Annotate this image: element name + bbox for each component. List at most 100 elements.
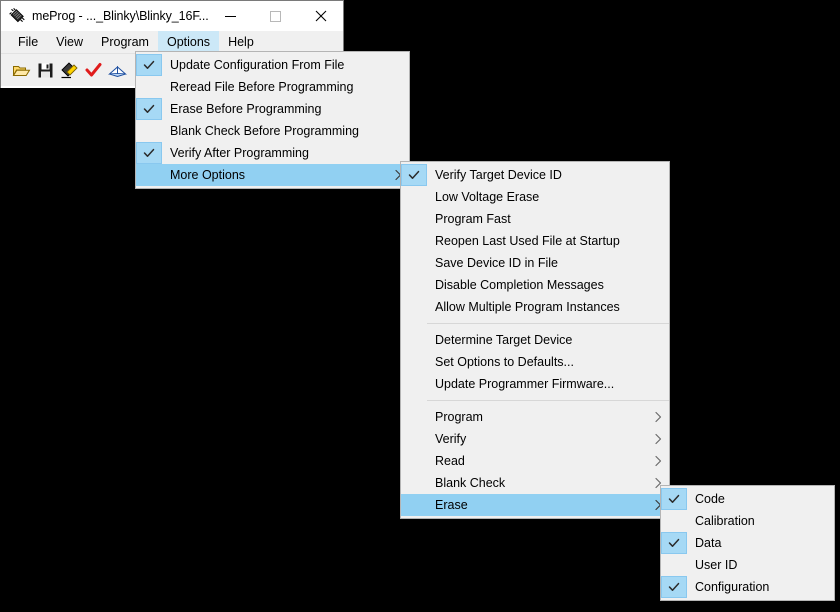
checkmark-slot: [401, 296, 427, 318]
menubar-label-program: Program: [101, 35, 149, 49]
checkmark-icon: [401, 164, 427, 186]
menubar-item-view[interactable]: View: [47, 31, 92, 53]
checkmark-slot: [401, 208, 427, 230]
checkmark-slot: [661, 510, 687, 532]
menu-item-low-voltage-erase[interactable]: Low Voltage Erase: [401, 186, 669, 208]
menu-item-erase-calibration[interactable]: Calibration: [661, 510, 834, 532]
menu-item-erase-code[interactable]: Code: [661, 488, 834, 510]
menu-item-update-configuration-from-file[interactable]: Update Configuration From File: [136, 54, 409, 76]
menubar-item-help[interactable]: Help: [219, 31, 263, 53]
chevron-right-icon: [647, 433, 669, 445]
minimize-button[interactable]: [208, 1, 253, 31]
menu-item-verify-after-programming[interactable]: Verify After Programming: [136, 142, 409, 164]
close-button[interactable]: [298, 1, 343, 31]
checkmark-icon: [136, 142, 162, 164]
menu-item-label: Reopen Last Used File at Startup: [435, 234, 620, 248]
menubar-label-view: View: [56, 35, 84, 49]
menu-item-label: Verify Target Device ID: [435, 168, 562, 182]
save-file-icon[interactable]: [35, 60, 55, 80]
menu-item-erase-data[interactable]: Data: [661, 532, 834, 554]
read-device-icon[interactable]: [107, 60, 127, 80]
checkmark-slot: [401, 450, 427, 472]
minimize-icon: [225, 15, 236, 17]
chip-icon: [8, 8, 26, 26]
menu-item-allow-multiple-program-instances[interactable]: Allow Multiple Program Instances: [401, 296, 669, 318]
menu-item-label: Save Device ID in File: [435, 256, 558, 270]
menu-item-read[interactable]: Read: [401, 450, 669, 472]
menu-item-label: Allow Multiple Program Instances: [435, 300, 620, 314]
menu-item-erase-before-programming[interactable]: Erase Before Programming: [136, 98, 409, 120]
maximize-icon: [270, 10, 281, 22]
menu-item-label: Verify After Programming: [170, 146, 309, 160]
menu-item-label: Reread File Before Programming: [170, 80, 354, 94]
menu-item-label: Disable Completion Messages: [435, 278, 604, 292]
menu-item-label: Verify: [435, 432, 467, 446]
menubar-label-options: Options: [166, 35, 211, 49]
menu-item-label: Calibration: [695, 514, 755, 528]
menu-item-blank-check[interactable]: Blank Check: [401, 472, 669, 494]
menu-item-save-device-id-in-file[interactable]: Save Device ID in File: [401, 252, 669, 274]
menu-separator: [427, 400, 669, 401]
verify-icon[interactable]: [83, 60, 103, 80]
menu-item-blank-check-before-programming[interactable]: Blank Check Before Programming: [136, 120, 409, 142]
checkmark-slot: [401, 230, 427, 252]
menu-separator: [427, 323, 669, 324]
menu-item-label: Low Voltage Erase: [435, 190, 540, 204]
menu-item-label: More Options: [170, 168, 246, 182]
menu-item-label: Code: [695, 492, 725, 506]
chevron-right-icon: [647, 455, 669, 467]
checkmark-icon: [661, 576, 687, 598]
menu-item-erase[interactable]: Erase: [401, 494, 669, 516]
checkmark-slot: [401, 373, 427, 395]
checkmark-icon: [661, 532, 687, 554]
checkmark-slot: [401, 472, 427, 494]
menubar-item-file[interactable]: File: [9, 31, 47, 53]
menu-item-label: Program Fast: [435, 212, 511, 226]
menu-item-erase-user-id[interactable]: User ID: [661, 554, 834, 576]
more-options-menu: Verify Target Device ID Low Voltage Eras…: [400, 161, 670, 519]
menu-item-reopen-last-used-file-at-startup[interactable]: Reopen Last Used File at Startup: [401, 230, 669, 252]
chevron-right-icon: [647, 411, 669, 423]
menu-item-label: Erase: [435, 498, 468, 512]
menu-item-disable-completion-messages[interactable]: Disable Completion Messages: [401, 274, 669, 296]
checkmark-slot: [136, 120, 162, 142]
checkmark-slot: [401, 351, 427, 373]
menu-item-erase-configuration[interactable]: Configuration: [661, 576, 834, 598]
menu-item-label: Program: [435, 410, 483, 424]
menu-bar: File View Program Options Help: [1, 31, 343, 53]
menu-item-label: Update Programmer Firmware...: [435, 377, 615, 391]
program-device-icon[interactable]: [59, 60, 79, 80]
menu-item-more-options[interactable]: More Options: [136, 164, 409, 186]
window-title: meProg - ..._Blinky\Blinky_16F...: [32, 9, 209, 23]
title-bar: meProg - ..._Blinky\Blinky_16F...: [1, 1, 343, 31]
checkmark-slot: [401, 252, 427, 274]
menu-item-set-options-to-defaults[interactable]: Set Options to Defaults...: [401, 351, 669, 373]
menu-item-reread-file-before-programming[interactable]: Reread File Before Programming: [136, 76, 409, 98]
checkmark-icon: [136, 54, 162, 76]
erase-submenu: Code Calibration Data User ID Configurat…: [660, 485, 835, 601]
menubar-label-file: File: [18, 35, 39, 49]
checkmark-slot: [401, 329, 427, 351]
menubar-label-help: Help: [228, 35, 254, 49]
menu-item-verify[interactable]: Verify: [401, 428, 669, 450]
menu-item-label: Configuration: [695, 580, 770, 594]
menu-item-program-fast[interactable]: Program Fast: [401, 208, 669, 230]
menu-item-label: User ID: [695, 558, 738, 572]
checkmark-slot: [401, 406, 427, 428]
menu-item-update-programmer-firmware[interactable]: Update Programmer Firmware...: [401, 373, 669, 395]
checkmark-slot: [136, 164, 162, 186]
close-icon: [315, 10, 326, 22]
menu-item-program[interactable]: Program: [401, 406, 669, 428]
menu-item-verify-target-device-id[interactable]: Verify Target Device ID: [401, 164, 669, 186]
checkmark-slot: [136, 76, 162, 98]
maximize-button[interactable]: [253, 1, 298, 31]
checkmark-icon: [136, 98, 162, 120]
open-file-icon[interactable]: [11, 60, 31, 80]
menubar-item-program[interactable]: Program: [92, 31, 158, 53]
menu-item-label: Blank Check: [435, 476, 506, 490]
menu-item-label: Data: [695, 536, 722, 550]
menubar-item-options[interactable]: Options: [157, 31, 220, 53]
menu-item-determine-target-device[interactable]: Determine Target Device: [401, 329, 669, 351]
checkmark-slot: [401, 494, 427, 516]
menu-item-label: Read: [435, 454, 465, 468]
